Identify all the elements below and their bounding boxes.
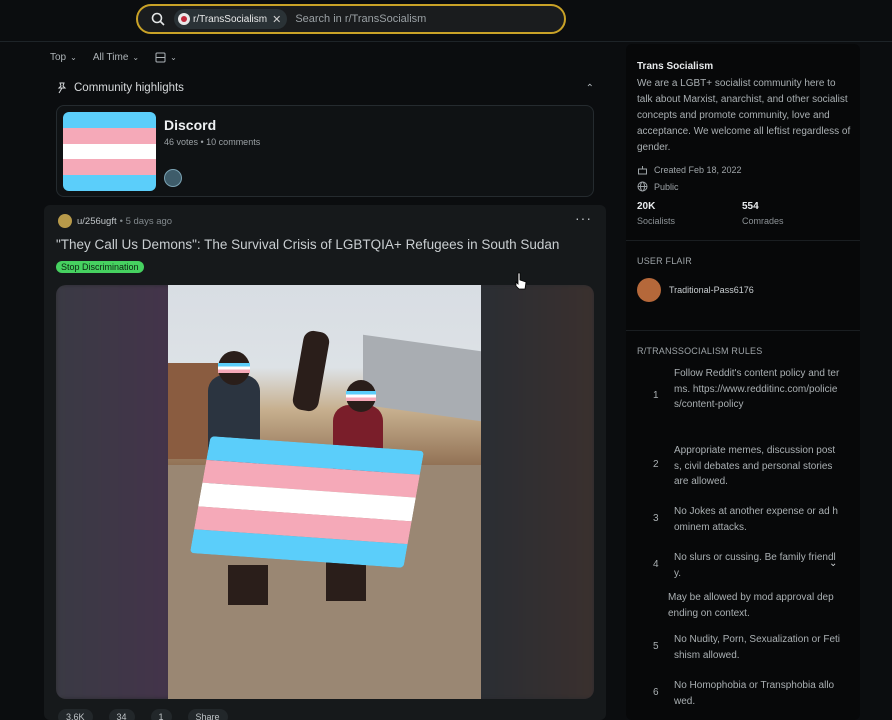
post-image[interactable]: [56, 285, 594, 699]
cake-icon: [638, 166, 647, 175]
online-stat: 554 Comrades: [742, 201, 784, 226]
rule-text: No Nudity, Porn, Sexualization or Fetish…: [674, 634, 841, 661]
visibility-label: Public: [654, 181, 679, 192]
user-flair[interactable]: Traditional-Pass6176: [637, 278, 754, 302]
rules-heading: R/TRANSSOCIALISM RULES: [637, 346, 763, 356]
view-icon: [155, 52, 166, 63]
divider: [626, 240, 860, 241]
mouse-cursor-icon: [515, 272, 527, 290]
rule-number: 1: [653, 390, 659, 401]
members-stat: 20K Socialists: [637, 201, 675, 226]
rule-text: No Jokes at another expense or ad homine…: [674, 506, 838, 533]
subreddit-icon: [178, 13, 190, 25]
sort-time-dropdown[interactable]: All Time ⌄: [93, 52, 139, 63]
chevron-down-icon: ⌄: [132, 53, 140, 62]
online-label: Comrades: [742, 216, 784, 226]
rule-text: No Homophobia or Transphobia allowed.: [674, 680, 835, 707]
globe-icon: [637, 181, 648, 192]
top-bar: r/TransSocialism ✕ Search in r/TransSoci…: [0, 0, 892, 42]
chevron-down-icon: ⌄: [70, 53, 77, 62]
search-input[interactable]: Search in r/TransSocialism: [295, 13, 426, 25]
sort-time-label: All Time: [92, 52, 129, 63]
user-flair-heading: USER FLAIR: [637, 256, 693, 266]
close-icon[interactable]: ✕: [272, 13, 281, 26]
post-header: u/256ugft • 5 days ago: [58, 214, 172, 228]
community-highlights-title: Community highlights: [74, 82, 184, 94]
rule-text: Follow Reddit's content policy and terms…: [674, 368, 840, 410]
chevron-up-icon[interactable]: ⌃: [586, 83, 594, 94]
sort-bar: Top ⌄ All Time ⌄ ⌄: [50, 52, 177, 63]
photo: [168, 285, 481, 699]
online-count: 554: [742, 201, 759, 212]
pin-icon: [57, 82, 67, 94]
search-icon: [151, 12, 165, 26]
created-date: Created Feb 18, 2022: [637, 164, 742, 175]
divider: [626, 330, 860, 331]
avatar: [637, 278, 661, 302]
post-author[interactable]: u/256ugft: [77, 216, 117, 227]
user-flair-name: Traditional-Pass6176: [669, 285, 754, 295]
share-button[interactable]: Share: [187, 709, 228, 720]
post-flair[interactable]: Stop Discrimination: [56, 261, 144, 273]
members-label: Socialists: [637, 216, 676, 226]
highlight-title: Discord: [164, 117, 217, 133]
more-options-icon[interactable]: ···: [575, 210, 592, 226]
chevron-down-icon[interactable]: ⌄: [829, 558, 837, 569]
created-label: Created Feb 18, 2022: [654, 164, 742, 175]
post-actions: 3.6K 34 1 Share: [58, 709, 228, 720]
trans-flag: [189, 436, 425, 568]
comments-button[interactable]: 34: [108, 709, 135, 720]
post-title[interactable]: "They Call Us Demons": The Survival Cris…: [56, 237, 596, 252]
rule-detail-text: May be allowed by mod approval depending…: [668, 592, 834, 619]
highlight-meta: 46 votes • 10 comments: [164, 137, 261, 147]
rule-number: 4: [653, 559, 659, 570]
post-time: • 5 days ago: [119, 215, 173, 227]
community-highlights-header[interactable]: Community highlights ⌃: [56, 82, 594, 94]
award-button[interactable]: 1: [150, 709, 172, 720]
avatar: [58, 214, 72, 228]
rule-text: Appropriate memes, discussion posts, civ…: [674, 445, 836, 487]
highlight-card[interactable]: Discord 46 votes • 10 comments: [56, 105, 594, 197]
community-title: Trans Socialism: [637, 61, 714, 72]
subreddit-chip-label: r/TransSocialism: [193, 13, 268, 25]
community-description: We are a LGBT+ socialist community here …: [637, 78, 851, 153]
sort-top-label: Top: [50, 52, 67, 63]
sort-top-dropdown[interactable]: Top ⌄: [50, 52, 77, 63]
subreddit-chip[interactable]: r/TransSocialism ✕: [174, 9, 288, 29]
sidebar: Trans Socialism We are a LGBT+ socialist…: [626, 44, 860, 720]
chevron-down-icon: ⌄: [170, 53, 177, 62]
vote-button[interactable]: 3.6K: [58, 709, 93, 720]
visibility: Public: [637, 181, 679, 192]
rule-number: 3: [653, 513, 659, 524]
trans-flag-thumbnail: [63, 112, 156, 191]
rule-number: 2: [653, 459, 659, 470]
avatar: [164, 169, 182, 187]
members-count: 20K: [637, 201, 656, 212]
rule-number: 5: [653, 641, 659, 652]
rule-number: 6: [653, 687, 659, 698]
rule-text: No slurs or cussing. Be family friendly.: [674, 552, 836, 579]
view-toggle-dropdown[interactable]: ⌄: [155, 52, 177, 63]
search-bar[interactable]: r/TransSocialism ✕ Search in r/TransSoci…: [136, 4, 566, 34]
